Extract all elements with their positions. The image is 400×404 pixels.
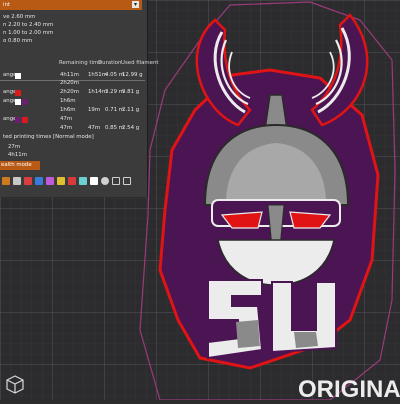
color-swatch: [22, 117, 28, 123]
range-line: ve 2.60 mm: [3, 14, 36, 20]
time-value: 27m: [8, 144, 21, 150]
remaining-time: 1h6m: [60, 107, 76, 113]
range-line: o 0.80 mm: [3, 38, 33, 44]
tool-changes-icon[interactable]: [57, 177, 65, 185]
view-type-label: int: [3, 2, 11, 8]
color-swatch: [15, 117, 21, 123]
color-swatch: [15, 99, 21, 105]
table-row: 47m 47m 0.85 m 2.54 g: [0, 124, 147, 134]
view-cube-icon[interactable]: [4, 372, 26, 394]
center-of-gravity-icon[interactable]: [101, 177, 109, 185]
estimated-times-label: ted printing times [Normal mode]: [3, 134, 94, 140]
color-swatch: [22, 99, 28, 105]
color-changes-icon[interactable]: [68, 177, 76, 185]
custom-gcodes-icon[interactable]: [90, 177, 98, 185]
duration: 19m: [88, 107, 101, 113]
wipe-icon[interactable]: [13, 177, 21, 185]
stealth-mode-button[interactable]: ealth mode: [0, 161, 40, 170]
header-used-filament: Used filament: [121, 60, 159, 66]
used-grams: 12.99 g: [122, 72, 143, 78]
remaining-time: 1h6m: [60, 98, 76, 104]
remaining-time: 4h11m: [60, 72, 79, 78]
used-grams: 9.81 g: [122, 89, 140, 95]
travel-icon[interactable]: [2, 177, 10, 185]
header-remaining-time: Remaining time: [59, 60, 102, 66]
tool-marker-icon[interactable]: [123, 177, 131, 185]
gcode-preview-legend: int ▾ ve 2.60 mm n 2.20 to 2.40 mm n 1.0…: [0, 0, 159, 197]
time-value: 4h11m: [8, 152, 27, 158]
chevron-down-icon[interactable]: ▾: [132, 1, 139, 8]
deretractions-icon[interactable]: [35, 177, 43, 185]
remaining-time: 2h20m: [60, 80, 79, 86]
banner-text: ORIGINAL: [298, 376, 400, 400]
remaining-time: 47m: [60, 125, 73, 131]
remaining-time: 2h20m: [60, 89, 79, 95]
used-grams: 2.54 g: [122, 125, 140, 131]
pause-prints-icon[interactable]: [79, 177, 87, 185]
view-type-dropdown[interactable]: int ▾: [0, 0, 142, 10]
retractions-icon[interactable]: [24, 177, 32, 185]
remaining-time: 47m: [60, 116, 73, 122]
seams-icon[interactable]: [46, 177, 54, 185]
duration: 47m: [88, 125, 101, 131]
color-swatch: [15, 90, 21, 96]
header-duration: Duration: [98, 60, 122, 66]
range-line: n 1.00 to 2.00 mm: [3, 30, 54, 36]
range-line: n 2.20 to 2.40 mm: [3, 22, 54, 28]
used-grams: 2.11 g: [122, 107, 140, 113]
feature-toggle-bar: [0, 177, 145, 187]
shells-icon[interactable]: [112, 177, 120, 185]
